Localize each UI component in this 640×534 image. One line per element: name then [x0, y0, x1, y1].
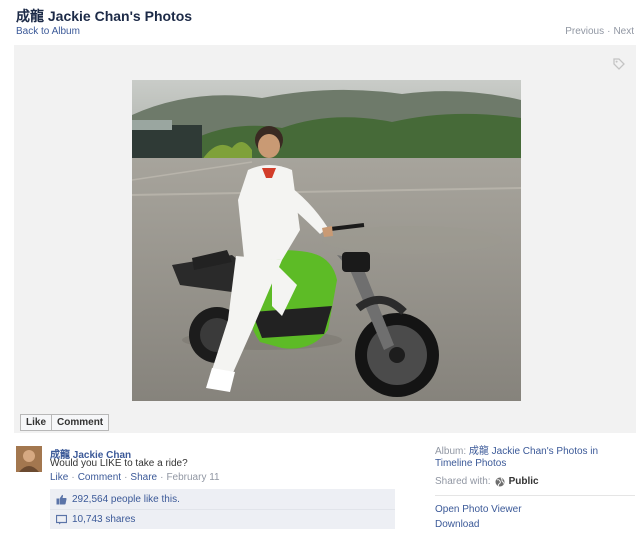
privacy-info: Shared with: Public: [435, 476, 635, 487]
back-to-album-link[interactable]: Back to Album: [16, 26, 80, 37]
photo-stage: [14, 45, 636, 433]
open-photo-viewer-link[interactable]: Open Photo Viewer: [435, 502, 635, 517]
meta-dot: ·: [160, 472, 164, 483]
page-title: 成龍 Jackie Chan's Photos: [16, 8, 193, 24]
globe-icon: [495, 477, 505, 487]
share-icon: [55, 514, 68, 525]
tag-icon[interactable]: [612, 57, 626, 71]
shared-with-label: Shared with:: [435, 476, 491, 487]
privacy-public-selector[interactable]: Public: [509, 476, 539, 487]
photo-scene: [132, 80, 521, 401]
nav-separator: ·: [607, 26, 611, 37]
previous-link[interactable]: Previous: [565, 26, 604, 37]
meta-share-link[interactable]: Share: [130, 472, 157, 483]
sidebar-divider: [435, 495, 635, 496]
meta-like-link[interactable]: Like: [50, 472, 68, 483]
post-meta: Like · Comment · Share · February 11: [50, 472, 220, 483]
meta-comment-link[interactable]: Comment: [78, 472, 121, 483]
shares-count-row[interactable]: 10,743 shares: [50, 509, 395, 529]
meta-dot: ·: [71, 472, 75, 483]
main-photo[interactable]: [132, 80, 521, 401]
photo-action-bar: Like Comment: [20, 414, 110, 431]
like-button[interactable]: Like: [21, 415, 51, 430]
post-date[interactable]: February 11: [166, 472, 219, 483]
album-prefix: Album:: [435, 446, 467, 457]
shares-count-text[interactable]: 10,743 shares: [72, 514, 135, 525]
thumbs-up-icon: [56, 494, 67, 505]
next-link[interactable]: Next: [613, 26, 634, 37]
photo-navigation: Previous · Next: [565, 26, 634, 37]
meta-dot: ·: [124, 472, 128, 483]
photo-caption: Would you LIKE to take a ride?: [50, 458, 188, 469]
photo-details: 成龍 Jackie Chan Would you LIKE to take a …: [0, 436, 640, 534]
likes-count-row[interactable]: 292,564 people like this.: [50, 489, 395, 509]
photo-sidebar: Album: 成龍 Jackie Chan's Photos in Timeli…: [435, 446, 635, 532]
likes-count-text[interactable]: 292,564 people like this.: [72, 494, 180, 505]
album-info: Album: 成龍 Jackie Chan's Photos in Timeli…: [435, 446, 635, 470]
likes-box: 292,564 people like this. 10,743 shares: [50, 489, 395, 529]
comment-button[interactable]: Comment: [51, 415, 108, 430]
author-avatar[interactable]: [16, 446, 42, 472]
download-link[interactable]: Download: [435, 517, 635, 532]
